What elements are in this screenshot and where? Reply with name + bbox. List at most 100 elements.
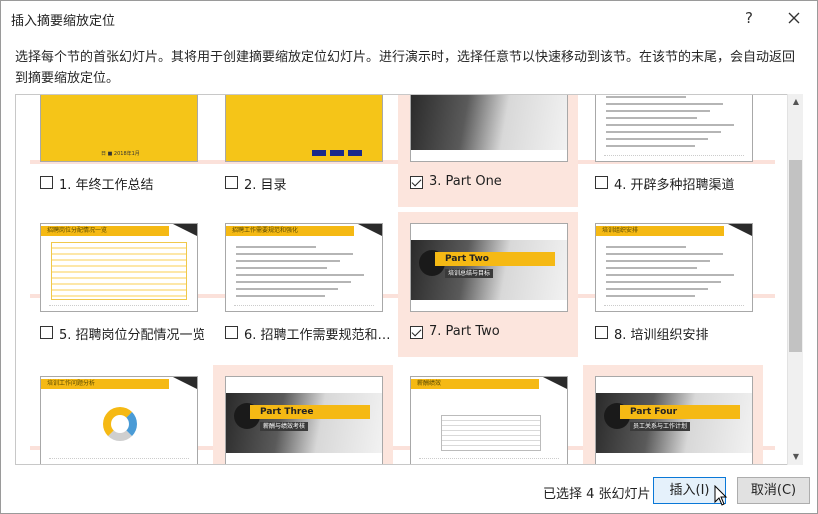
slide-label[interactable]: 7. Part Two [429, 324, 574, 339]
close-icon [788, 12, 800, 24]
slide-text-line [606, 260, 710, 262]
slide-text-line [236, 281, 351, 283]
slide-thumbnail[interactable]: 日 ■ 2018年1月 [40, 95, 198, 162]
slide-text-line [236, 253, 353, 255]
slide-thumbnail[interactable]: 薪酬绩效 [410, 376, 568, 464]
slide-block [312, 150, 326, 156]
dialog-title: 插入摘要缩放定位 [11, 14, 116, 29]
slide-text-line [606, 295, 695, 297]
slide-thumbnail[interactable] [225, 95, 383, 162]
slide-header-corner [543, 377, 567, 389]
slide-thumbnail[interactable]: Part Two 培训总结与目标 [410, 223, 568, 312]
slide-header-corner [728, 224, 752, 236]
slide-label[interactable]: 8. 培训组织安排 [614, 324, 759, 343]
dialog-description: 选择每个节的首张幻灯片。其将用于创建摘要缩放定位幻灯片。进行演示时，选择任意节以… [15, 50, 796, 86]
slide-tile[interactable]: 培训工作问题分析9. 培训工作问题分析 [28, 365, 208, 464]
slide-checkbox[interactable] [410, 176, 423, 189]
slide-thumbnail-title: 招聘工作需要规范和强化 [232, 227, 299, 234]
slide-tile[interactable]: 2018年1月 4. 开辟多种招聘渠道 [583, 95, 763, 207]
slide-label[interactable]: 5. 招聘岗位分配情况一览 [59, 324, 204, 343]
slide-thumbnail-title: Part Four [630, 407, 678, 417]
slide-thumbnail-subtitle: 员工关系与工作计划 [630, 422, 691, 431]
slide-text-line [606, 138, 708, 140]
slide-text-line [606, 145, 695, 147]
slide-tile[interactable]: 日 ■ 2018年1月 1. 年终工作总结 [28, 95, 208, 207]
slide-tile[interactable]: 培训组织安排 8. 培训组织安排 [583, 212, 763, 357]
title-bar: 插入摘要缩放定位 ? [1, 1, 817, 35]
slide-text-line [236, 246, 316, 248]
slide-text-line [606, 117, 697, 119]
slide-footer [419, 458, 559, 460]
scrollbar-thumb[interactable] [789, 160, 802, 352]
slide-tile[interactable]: 2. 目录 [213, 95, 393, 207]
slide-tile[interactable]: 薪酬绩效11. 薪酬绩效 [398, 365, 578, 464]
slide-footer [49, 305, 189, 307]
slide-text-line [606, 96, 686, 98]
slide-footer [49, 458, 189, 460]
slide-label[interactable]: 1. 年终工作总结 [59, 174, 204, 193]
slide-thumbnail[interactable]: 招聘工作需要规范和强化 [225, 223, 383, 312]
slide-footer [604, 305, 744, 307]
slide-tile[interactable]: Part Three薪酬与绩效考核10. Part Three [213, 365, 393, 464]
slide-footer [604, 155, 744, 157]
slide-thumbnail-title: 招聘岗位分配情况一览 [47, 227, 108, 234]
slide-label[interactable]: 2. 目录 [244, 174, 389, 193]
slide-thumbnail-subtitle: 培训总结与目标 [445, 269, 494, 278]
slide-text-line [606, 131, 721, 133]
slide-checkbox[interactable] [225, 326, 238, 339]
slide-checkbox[interactable] [40, 176, 53, 189]
slide-checkbox[interactable] [595, 176, 608, 189]
slide-thumbnail-title: Part Two [445, 254, 489, 264]
slide-text-line [236, 288, 338, 290]
slide-checkbox[interactable] [410, 326, 423, 339]
slide-tile[interactable]: 招聘工作需要规范和强化 6. 招聘工作需要规范和… [213, 212, 393, 357]
slide-thumbnail[interactable]: 培训组织安排 [595, 223, 753, 312]
slide-label[interactable]: 4. 开辟多种招聘渠道 [614, 174, 759, 193]
slide-grid: 日 ■ 2018年1月 1. 年终工作总结 2. 目录 3. Part One 2018… [15, 94, 803, 465]
slide-label[interactable]: 3. Part One [429, 174, 574, 189]
slide-text-line [606, 267, 697, 269]
slide-tile[interactable]: Part Four员工关系与工作计划12. Part Four [583, 365, 763, 464]
slide-thumbnail[interactable]: Part Four 员工关系与工作计划 [595, 376, 753, 464]
slide-text-line [606, 281, 721, 283]
slide-text-line [606, 288, 708, 290]
slide-thumbnail-title: 培训工作问题分析 [47, 380, 96, 387]
slide-thumbnail-subtitle: 薪酬与绩效考核 [260, 422, 309, 431]
slide-text-line [236, 295, 325, 297]
slide-thumbnail-title: Part Three [260, 407, 314, 417]
slide-thumbnail[interactable]: Part Three 薪酬与绩效考核 [225, 376, 383, 464]
slide-text-line [606, 246, 686, 248]
slide-label[interactable]: 6. 招聘工作需要规范和… [244, 324, 389, 343]
slide-block [348, 150, 362, 156]
slide-checkbox[interactable] [595, 326, 608, 339]
slide-header-corner [358, 224, 382, 236]
slide-text-line [606, 103, 723, 105]
slide-tile[interactable]: 招聘岗位分配情况一览 5. 招聘岗位分配情况一览 [28, 212, 208, 357]
slide-thumbnail[interactable]: 培训工作问题分析 [40, 376, 198, 464]
slide-checkbox[interactable] [40, 326, 53, 339]
scroll-down-icon[interactable]: ▼ [788, 449, 804, 465]
slide-thumbnail[interactable]: 2018年1月 [595, 95, 753, 162]
selection-status: 已选择 4 张幻灯片 [543, 487, 651, 502]
slide-photo [411, 95, 567, 150]
slide-tile[interactable]: Part Two 培训总结与目标 7. Part Two [398, 212, 578, 357]
scroll-up-icon[interactable]: ▲ [788, 94, 804, 110]
slide-thumbnail-title: 培训组织安排 [602, 227, 639, 234]
slide-text-line [606, 110, 710, 112]
slide-text-line [236, 274, 364, 276]
slide-thumbnail[interactable] [410, 95, 568, 162]
cancel-button[interactable]: 取消(C) [737, 477, 810, 504]
slide-checkbox[interactable] [225, 176, 238, 189]
slide-header-corner [173, 224, 197, 236]
help-button[interactable]: ? [738, 7, 760, 29]
vertical-scrollbar[interactable]: ▲ ▼ [787, 94, 803, 465]
slide-text-line [236, 267, 327, 269]
mouse-cursor-icon [714, 485, 728, 506]
slide-text-line [606, 253, 723, 255]
slide-tile[interactable]: 3. Part One [398, 95, 578, 207]
slide-ring-chart [103, 407, 137, 441]
slide-block [330, 150, 344, 156]
slide-header-corner [173, 377, 197, 389]
close-button[interactable] [781, 6, 807, 30]
slide-thumbnail[interactable]: 招聘岗位分配情况一览 [40, 223, 198, 312]
